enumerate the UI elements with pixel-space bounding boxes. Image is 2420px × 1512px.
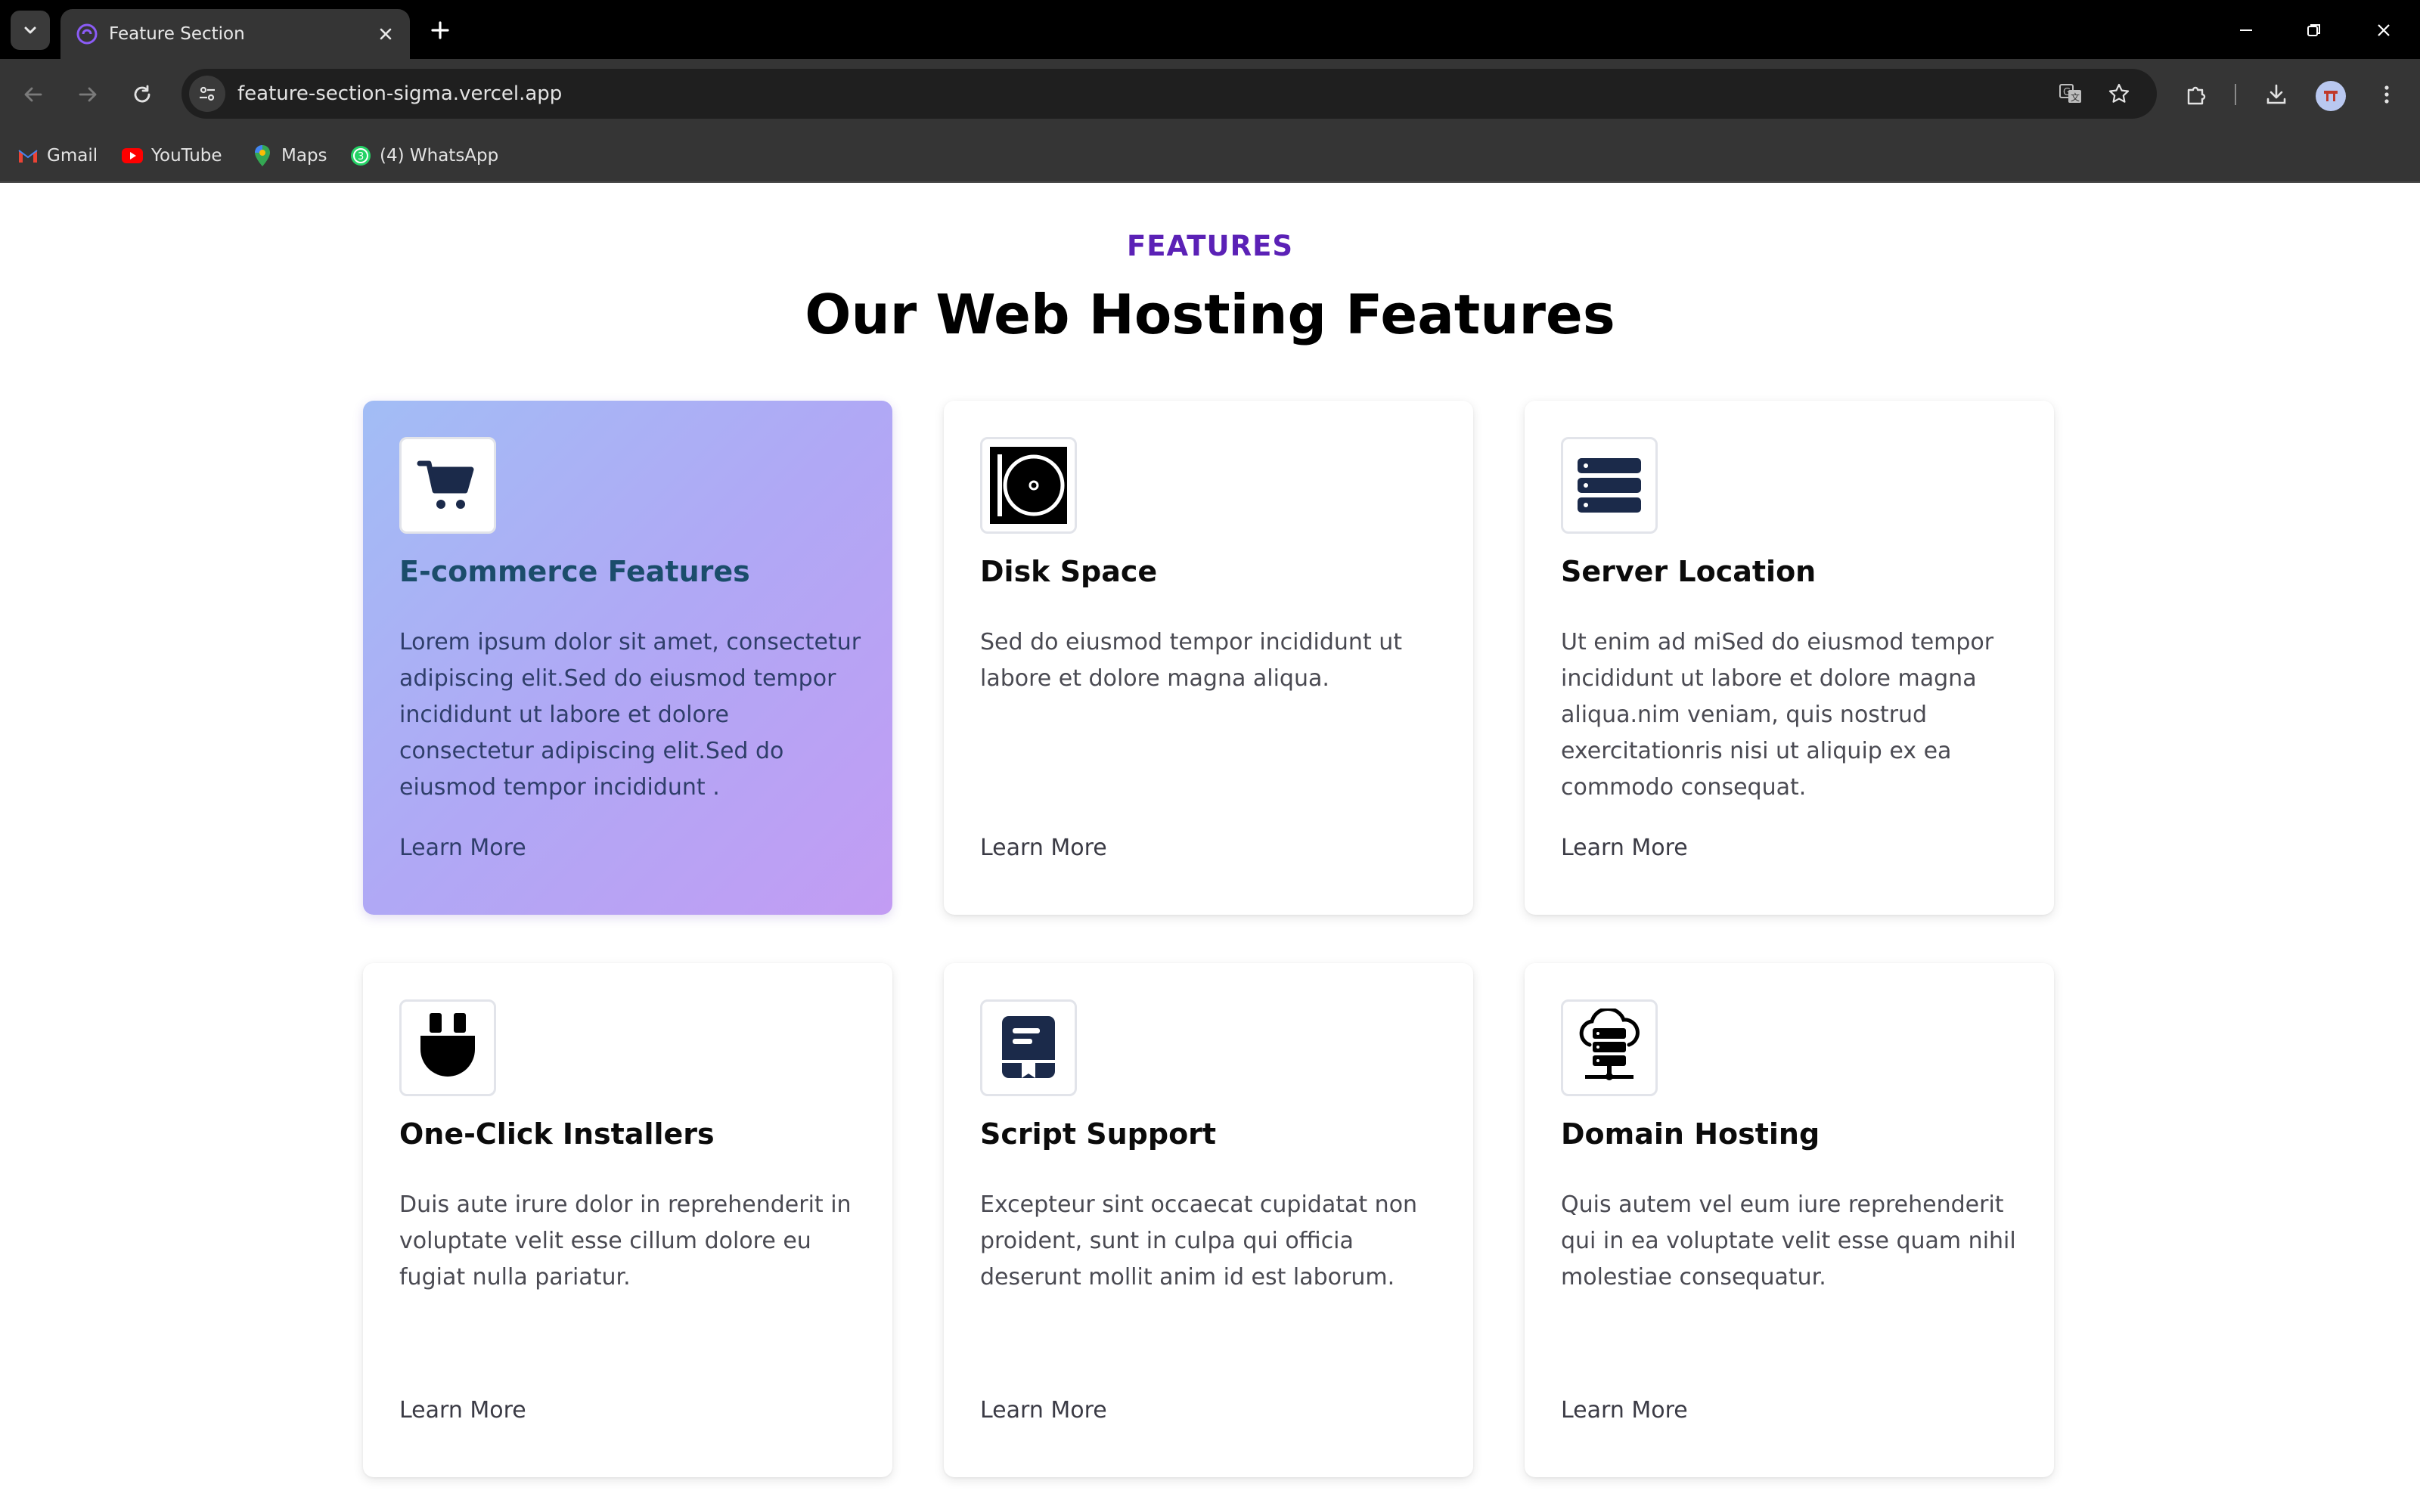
feature-card-server-location[interactable]: Server Location Ut enim ad miSed do eius… (1525, 401, 2054, 915)
learn-more-link[interactable]: Learn More (1561, 1397, 1688, 1424)
feature-card-one-click-installers[interactable]: One-Click Installers Duis aute irure dol… (363, 963, 892, 1477)
profile-avatar[interactable] (2316, 81, 2346, 111)
toolbar-divider (2235, 84, 2236, 105)
whatsapp-icon: 3 (349, 144, 372, 167)
profile-icon (2324, 91, 2338, 101)
server-stack-icon (1561, 437, 1658, 534)
feature-card-ecommerce[interactable]: E-commerce Features Lorem ipsum dolor si… (363, 401, 892, 915)
feature-card-script-support[interactable]: Script Support Excepteur sint occaecat c… (944, 963, 1473, 1477)
card-title: One-Click Installers (399, 1117, 715, 1151)
tab-close-button[interactable] (375, 23, 396, 45)
learn-more-link[interactable]: Learn More (1561, 835, 1688, 861)
card-title: Server Location (1561, 555, 1817, 588)
minimize-icon (2240, 29, 2252, 31)
card-description: Ut enim ad miSed do eiusmod tempor incid… (1561, 629, 1994, 801)
minimize-button[interactable] (2223, 11, 2269, 50)
feature-card-disk-space[interactable]: Disk Space Sed do eiusmod tempor incidid… (944, 401, 1473, 915)
card-title: Domain Hosting (1561, 1117, 1820, 1151)
disk-icon (980, 437, 1077, 534)
bookmark-maps[interactable]: Maps (251, 130, 327, 181)
card-title: E-commerce Features (399, 555, 750, 588)
tab-search-button[interactable] (11, 11, 50, 50)
bookmark-star-button[interactable] (2102, 77, 2136, 110)
plug-icon (399, 999, 496, 1096)
browser-tab-active[interactable]: Feature Section (60, 9, 410, 59)
back-button[interactable] (14, 75, 53, 114)
card-title: Script Support (980, 1117, 1217, 1151)
learn-more-link[interactable]: Learn More (980, 835, 1107, 861)
svg-text:文: 文 (2071, 91, 2080, 103)
learn-more-link[interactable]: Learn More (399, 835, 526, 861)
star-icon (2108, 83, 2130, 103)
section-heading: Our Web Hosting Features (805, 283, 1615, 346)
learn-more-link[interactable]: Learn More (980, 1397, 1107, 1424)
feature-card-domain-hosting[interactable]: Domain Hosting Quis autem vel eum iure r… (1525, 963, 2054, 1477)
page-content: FEATURES Our Web Hosting Features E-comm… (0, 183, 2420, 1512)
tab-favicon-icon (76, 23, 98, 45)
forward-button[interactable] (68, 75, 107, 114)
card-description: Duis aute irure dolor in reprehenderit i… (399, 1191, 852, 1290)
bookmarks-bar: Gmail YouTube Maps 3 (4) WhatsApp (0, 130, 2420, 183)
bookmark-gmail[interactable]: Gmail (17, 130, 98, 181)
arrow-left-icon (24, 87, 42, 102)
plus-icon (431, 21, 449, 39)
tab-title: Feature Section (109, 24, 245, 44)
reload-icon (134, 85, 150, 103)
translate-icon: G文 (2059, 84, 2081, 103)
browser-menu-button[interactable] (2367, 75, 2406, 114)
maps-icon (251, 144, 274, 167)
restore-icon (2307, 24, 2320, 36)
gmail-icon (17, 144, 39, 167)
address-bar[interactable]: feature-section-sigma.vercel.app G文 (182, 69, 2157, 119)
bookmark-youtube[interactable]: YouTube (121, 130, 222, 181)
extensions-button[interactable] (2176, 75, 2216, 114)
close-window-button[interactable] (2361, 11, 2406, 50)
downloads-button[interactable] (2257, 75, 2296, 114)
cloud-server-icon (1561, 999, 1658, 1096)
more-vertical-icon (2384, 85, 2389, 104)
card-description: Excepteur sint occaecat cupidatat non pr… (980, 1191, 1418, 1290)
chevron-down-icon (24, 26, 36, 34)
url-text[interactable]: feature-section-sigma.vercel.app (237, 69, 562, 119)
card-title: Disk Space (980, 555, 1158, 588)
new-tab-button[interactable] (424, 14, 457, 47)
download-icon (2266, 84, 2286, 104)
svg-text:3: 3 (358, 151, 364, 163)
section-eyebrow: FEATURES (1126, 230, 1293, 262)
arrow-right-icon (79, 87, 97, 102)
bookmark-label: (4) WhatsApp (380, 146, 499, 166)
bookmark-whatsapp[interactable]: 3 (4) WhatsApp (349, 130, 498, 181)
reload-button[interactable] (123, 75, 162, 114)
bookmark-label: Maps (281, 146, 327, 166)
youtube-icon (121, 144, 144, 167)
close-window-icon (2378, 24, 2390, 36)
translate-button[interactable]: G文 (2054, 77, 2087, 110)
browser-tabstrip: Feature Section (0, 0, 2420, 59)
tune-icon (200, 86, 215, 101)
site-info-button[interactable] (189, 76, 225, 112)
bookmark-label: YouTube (151, 146, 222, 166)
restore-button[interactable] (2291, 11, 2337, 50)
learn-more-link[interactable]: Learn More (399, 1397, 526, 1424)
card-description: Lorem ipsum dolor sit amet, consectetur … (399, 629, 861, 801)
browser-toolbar: feature-section-sigma.vercel.app G文 (0, 59, 2420, 130)
bookmark-label: Gmail (47, 146, 98, 166)
shopping-cart-icon (399, 437, 496, 534)
card-description: Sed do eiusmod tempor incididunt ut labo… (980, 629, 1403, 692)
script-book-icon (980, 999, 1077, 1096)
card-description: Quis autem vel eum iure reprehenderit qu… (1561, 1191, 2016, 1290)
close-icon (380, 28, 392, 40)
puzzle-icon (2187, 86, 2206, 105)
